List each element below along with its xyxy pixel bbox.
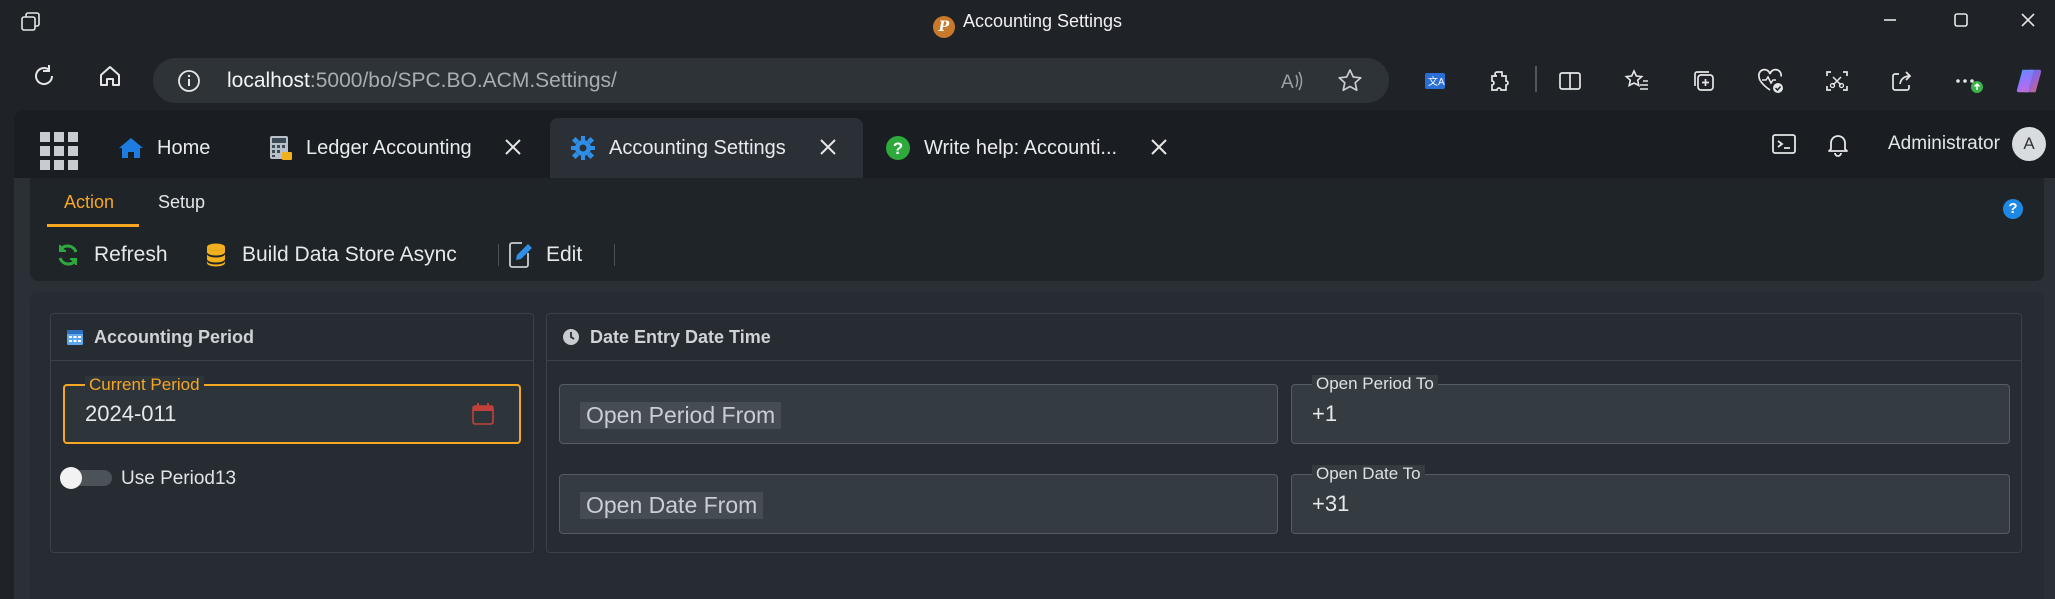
field-value: 2024-011: [85, 401, 177, 426]
open-period-from-field[interactable]: Open Period From: [559, 384, 1278, 444]
browser-essentials-icon[interactable]: [1755, 66, 1785, 96]
window-title: Accounting Settings: [962, 11, 1123, 31]
open-date-to-field[interactable]: Open Date To +31: [1291, 465, 2010, 534]
gear-icon: [570, 135, 596, 161]
field-placeholder: Open Period From: [580, 402, 782, 429]
subtab-active-indicator: [47, 224, 139, 227]
field-label: Open Date To: [1312, 465, 1425, 483]
field-value: +31: [1312, 491, 1350, 516]
copilot-icon[interactable]: [2014, 66, 2044, 96]
edit-icon: [506, 241, 534, 269]
field-label: Open Period To: [1312, 375, 1438, 393]
field-placeholder: Open Date From: [580, 492, 764, 519]
calendar-icon[interactable]: [471, 402, 495, 431]
field-label: Current Period: [85, 376, 204, 394]
app-launcher-grid-icon[interactable]: [40, 132, 78, 170]
tab-label: Home: [157, 136, 211, 159]
tab-accounting-settings[interactable]: Accounting Settings: [550, 118, 863, 178]
field-value: +1: [1312, 401, 1338, 426]
build-data-store-async-button[interactable]: Build Data Store Async: [202, 240, 457, 270]
edit-button[interactable]: Edit: [506, 240, 582, 270]
notification-bell-icon[interactable]: [1824, 130, 1852, 160]
url-text[interactable]: localhost:5000/bo/SPC.BO.ACM.Settings/: [227, 69, 617, 93]
question-icon: ?: [885, 135, 911, 161]
screenshot-icon[interactable]: [1822, 66, 1852, 96]
share-icon[interactable]: [1887, 66, 1917, 96]
site-info-icon[interactable]: [177, 69, 201, 98]
calendar-grid-icon: [66, 328, 84, 346]
favorite-star-icon[interactable]: [1337, 68, 1363, 99]
favorites-icon[interactable]: [1622, 66, 1652, 96]
window-title-bar: P Accounting Settings: [0, 0, 2055, 44]
refresh-icon: [54, 241, 82, 269]
database-icon: [202, 241, 230, 269]
reload-icon[interactable]: [26, 58, 62, 94]
more-options-icon[interactable]: [1953, 66, 1983, 96]
card-header: Date Entry Date Time: [547, 314, 2021, 361]
home-icon: [118, 135, 144, 161]
tab-label: Accounting Settings: [609, 136, 786, 159]
use-period13-toggle[interactable]: [60, 467, 112, 489]
tab-home[interactable]: Home: [104, 118, 264, 178]
tab-label: Ledger Accounting: [306, 136, 472, 159]
toolbar-divider: [1535, 66, 1537, 92]
calculator-icon: [267, 135, 293, 161]
close-tab-icon[interactable]: [500, 135, 526, 161]
minimize-button[interactable]: [1876, 8, 1904, 36]
split-screen-icon[interactable]: [1555, 66, 1585, 96]
card-header: Accounting Period: [51, 314, 533, 361]
site-logo-icon: P: [932, 16, 955, 38]
address-bar[interactable]: localhost:5000/bo/SPC.BO.ACM.Settings/ A: [153, 58, 1389, 103]
user-name[interactable]: Administrator: [1888, 133, 2000, 155]
card-title: Accounting Period: [94, 326, 255, 347]
extensions-icon[interactable]: [1485, 66, 1515, 96]
subtab-setup[interactable]: Setup: [158, 192, 205, 213]
tab-write-help[interactable]: ? Write help: Accounti...: [864, 118, 1174, 178]
current-period-field[interactable]: Current Period 2024-011: [63, 376, 521, 444]
home-browser-icon[interactable]: [92, 58, 128, 94]
translate-extension-icon[interactable]: 文A: [1420, 66, 1450, 96]
close-window-button[interactable]: [2014, 8, 2042, 36]
help-icon[interactable]: ?: [2003, 199, 2023, 219]
browser-toolbar: localhost:5000/bo/SPC.BO.ACM.Settings/ A…: [0, 44, 2055, 110]
refresh-button[interactable]: Refresh: [54, 240, 168, 270]
close-tab-icon[interactable]: [1146, 135, 1172, 161]
tab-ledger-accounting[interactable]: Ledger Accounting: [264, 118, 548, 178]
terminal-icon[interactable]: [1770, 130, 1798, 160]
read-aloud-icon[interactable]: A: [1279, 69, 1305, 98]
subtab-action[interactable]: Action: [64, 192, 114, 213]
svg-text:A: A: [1281, 72, 1294, 93]
toolbar-separator: [614, 244, 615, 266]
use-period13-label: Use Period13: [121, 468, 237, 489]
tab-label: Write help: Accounti...: [924, 136, 1118, 159]
collections-icon[interactable]: [1689, 66, 1719, 96]
avatar[interactable]: A: [2012, 127, 2046, 161]
open-period-to-field[interactable]: Open Period To +1: [1291, 375, 2010, 444]
svg-text:?: ?: [893, 139, 903, 158]
maximize-button[interactable]: [1947, 8, 1975, 36]
svg-text:文A: 文A: [1428, 75, 1445, 88]
toolbar-separator: [498, 244, 499, 266]
open-date-from-field[interactable]: Open Date From: [559, 474, 1278, 534]
card-title: Date Entry Date Time: [590, 326, 771, 347]
close-tab-icon[interactable]: [815, 135, 841, 161]
clock-icon: [562, 328, 580, 346]
